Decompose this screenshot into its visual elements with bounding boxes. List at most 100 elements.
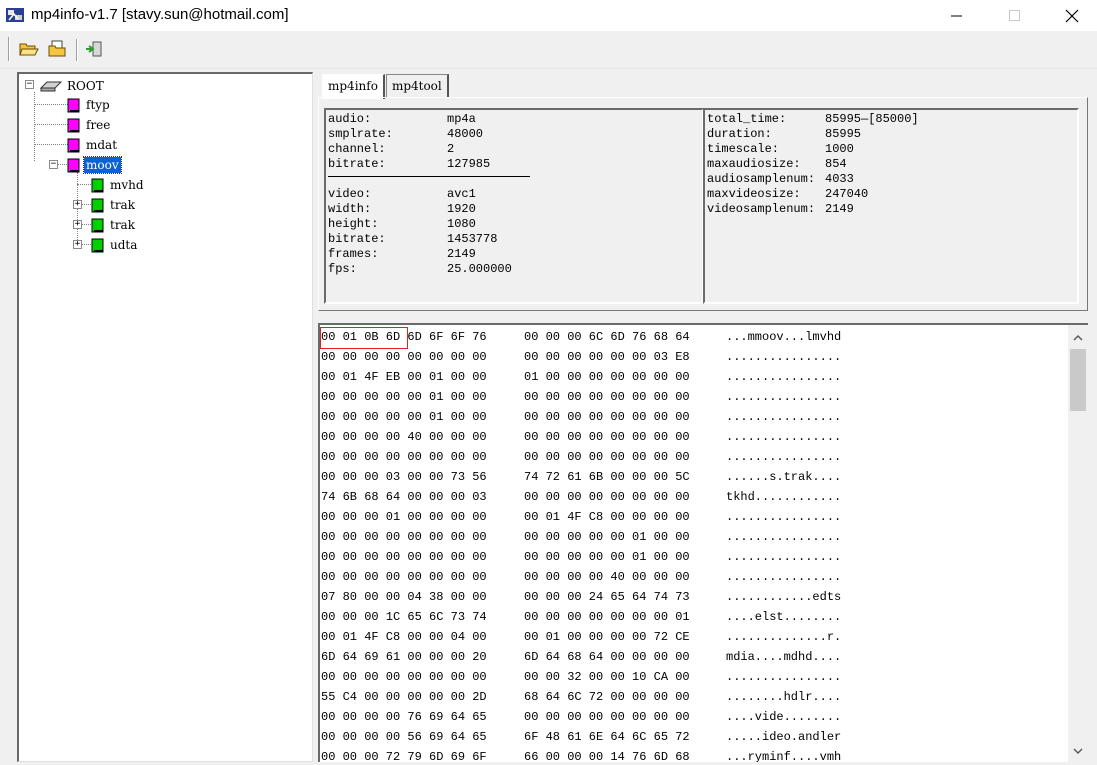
tree-node-ftyp[interactable]: ftyp: [67, 96, 112, 114]
window-title: mp4info-v1.7 [stavy.sun@hotmail.com]: [31, 6, 289, 23]
green-atom-icon: [91, 198, 104, 212]
hex-selection-box: [320, 327, 408, 349]
collapse-moov-toggle[interactable]: −: [49, 160, 58, 169]
tree-node-udta[interactable]: udta: [91, 236, 139, 254]
tree-label: free: [86, 118, 111, 132]
hex-bytes: 6D 64 68 64 00 00 00 00: [524, 650, 690, 664]
maximize-button[interactable]: [986, 0, 1044, 31]
collapse-root-toggle[interactable]: −: [25, 80, 34, 89]
tab-bar: mp4info mp4tool: [322, 74, 450, 99]
hex-ascii: ................: [726, 370, 842, 384]
tree-label: mvhd: [110, 178, 144, 192]
tree-label: ftyp: [86, 98, 110, 112]
hex-bytes: 6F 48 61 6E 64 6C 65 72: [524, 730, 690, 744]
hex-bytes: 00 00 00 00 00 00 00 00: [321, 670, 487, 684]
expand-trak-toggle[interactable]: +: [73, 200, 82, 209]
toolbar-separator: [76, 39, 78, 61]
toolbar-grip: [8, 37, 10, 61]
hex-view[interactable]: 00 01 0B 6D 6D 6F 6F 76 00 00 00 6C 6D 76…: [318, 323, 1088, 762]
tree-node-mvhd[interactable]: mvhd: [91, 176, 146, 194]
scroll-up-button[interactable]: [1068, 329, 1088, 345]
info-row: duration: 85995: [707, 127, 862, 141]
minimize-button[interactable]: [928, 0, 986, 31]
info-row: videosamplenum: 2149: [707, 202, 854, 216]
expand-trak-toggle[interactable]: +: [73, 220, 82, 229]
tree-node-free[interactable]: free: [67, 116, 112, 134]
open-file-icon: [48, 40, 66, 57]
hex-ascii: ................: [726, 410, 842, 424]
hex-bytes: 00 00 00 00 00 00 00 00: [524, 490, 690, 504]
tree-node-moov[interactable]: moov: [67, 156, 122, 174]
hex-bytes: 00 00 00 00 00 01 00 00: [524, 550, 690, 564]
info-frame: audio: mp4a smplrate: 48000 channel: 2 bitr…: [318, 97, 1088, 311]
hex-bytes: 00 00 00 00 00 00 00 00: [321, 550, 487, 564]
hex-bytes: 00 01 00 00 00 00 72 CE: [524, 630, 690, 644]
magenta-atom-icon: [67, 158, 80, 172]
toolbar: [0, 31, 1097, 69]
hex-ascii: .....ideo.andler: [726, 730, 842, 744]
tree-line: [34, 144, 68, 145]
hex-ascii: ....vide........: [726, 710, 842, 724]
hex-ascii: ................: [726, 670, 842, 684]
hex-ascii: ................: [726, 570, 842, 584]
hex-bytes: 00 00 00 00 40 00 00 00: [321, 430, 487, 444]
hex-bytes: 6D 64 69 61 00 00 00 20: [321, 650, 487, 664]
close-icon: [1065, 9, 1079, 22]
drive-icon: [39, 81, 63, 92]
close-button[interactable]: [1043, 0, 1097, 31]
expand-udta-toggle[interactable]: +: [73, 240, 82, 249]
hex-bytes: 00 01 4F C8 00 00 04 00: [321, 630, 487, 644]
info-row: timescale: 1000: [707, 142, 854, 156]
info-row: smplrate: 48000: [328, 127, 484, 141]
hex-bytes: 00 01 4F EB 00 01 00 00: [321, 370, 487, 384]
tree-node-trak[interactable]: trak: [91, 196, 137, 214]
hex-bytes: 00 00 00 03 00 00 73 56: [321, 470, 487, 484]
hex-bytes: 00 00 00 00 00 00 00 00: [321, 450, 487, 464]
scroll-thumb[interactable]: [1070, 349, 1086, 411]
hex-ascii: ....elst........: [726, 610, 842, 624]
hex-ascii: ............edts: [726, 590, 842, 604]
hex-bytes: 00 00 00 00 00 01 00 00: [321, 390, 487, 404]
hex-ascii: ..............r.: [726, 630, 842, 644]
info-row: video: avc1: [328, 187, 476, 201]
details-panel: mp4info mp4tool audio: mp4a smplrate: 4800…: [316, 72, 1088, 762]
vertical-scrollbar[interactable]: [1068, 325, 1088, 762]
hex-bytes: 00 00 00 00 00 01 00 00: [321, 410, 487, 424]
timing-info-box: total_time: 85995—[85000] duration: 85995 …: [703, 108, 1079, 304]
hex-bytes: 00 00 00 00 00 00 03 E8: [524, 350, 690, 364]
tree-line: [34, 104, 68, 105]
hex-bytes: 00 00 00 00 00 01 00 00: [524, 530, 690, 544]
magenta-atom-icon: [67, 98, 80, 112]
tree-line: [81, 244, 91, 245]
info-row: channel: 2: [328, 142, 455, 156]
green-atom-icon: [91, 178, 104, 192]
hex-bytes: 74 6B 68 64 00 00 00 03: [321, 490, 487, 504]
hex-bytes: 00 01 4F C8 00 00 00 00: [524, 510, 690, 524]
tree-node-trak[interactable]: trak: [91, 216, 137, 234]
magenta-atom-icon: [67, 118, 80, 132]
chevron-down-icon: [1073, 748, 1083, 754]
open-folder-button[interactable]: [17, 38, 41, 60]
tree-node-root[interactable]: ROOT: [39, 77, 106, 95]
hex-bytes: 00 00 00 00 00 00 00 00: [321, 350, 487, 364]
info-row: fps: 25.000000: [328, 262, 512, 276]
hex-bytes: 00 00 00 01 00 00 00 00: [321, 510, 487, 524]
atom-tree[interactable]: − ROOT ftyp free mdat − moov mvhd + trak…: [17, 72, 313, 762]
tree-label: udta: [110, 238, 138, 252]
tree-line: [81, 204, 91, 205]
info-row: total_time: 85995—[85000]: [707, 112, 919, 126]
green-atom-icon: [91, 218, 104, 232]
hex-bytes: 01 00 00 00 00 00 00 00: [524, 370, 690, 384]
hex-bytes: 00 00 00 00 00 00 00 00: [524, 450, 690, 464]
hex-bytes: 68 64 6C 72 00 00 00 00: [524, 690, 690, 704]
tab-mp4info[interactable]: mp4info: [322, 74, 385, 99]
open-file-button[interactable]: [46, 38, 70, 60]
tab-mp4tool[interactable]: mp4tool: [385, 74, 449, 98]
info-row: audiosamplenum: 4033: [707, 172, 854, 186]
exit-button[interactable]: [82, 38, 106, 60]
hex-bytes: 55 C4 00 00 00 00 00 2D: [321, 690, 487, 704]
tree-node-mdat[interactable]: mdat: [67, 136, 119, 154]
scroll-down-button[interactable]: [1068, 743, 1088, 759]
hex-bytes: 00 00 00 24 65 64 74 73: [524, 590, 690, 604]
info-row: maxaudiosize: 854: [707, 157, 847, 171]
